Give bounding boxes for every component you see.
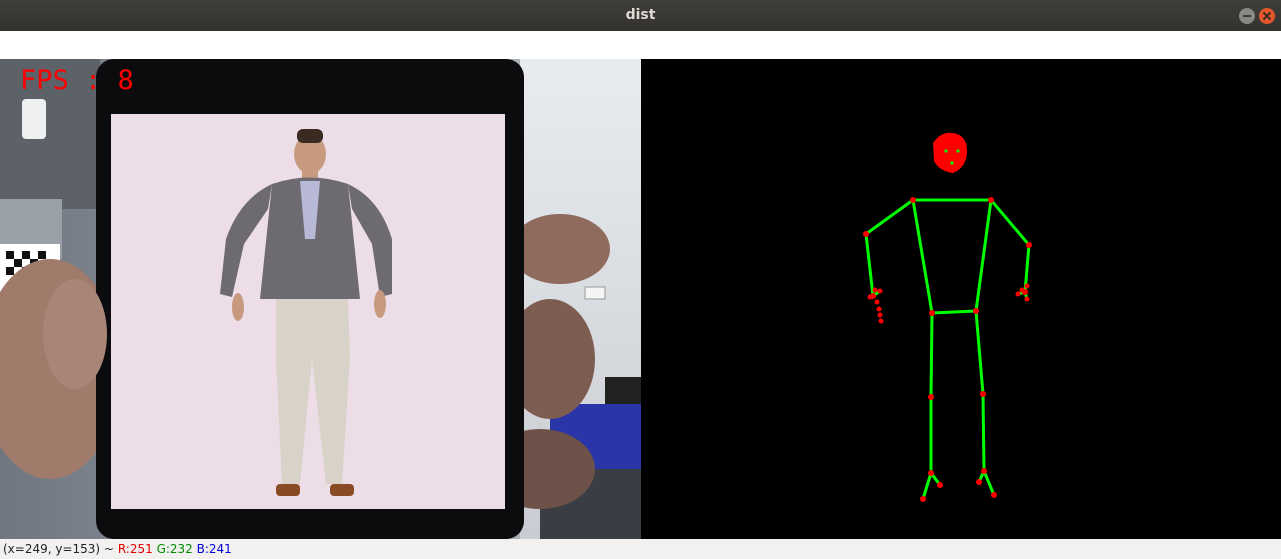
image-view[interactable]: FPS : 8 [0,59,1281,539]
pixel-blue-value: B:241 [196,542,232,556]
cursor-coordinates: (x=249, y=153) ~ [3,542,114,556]
hand-keypoints [867,283,1030,324]
camera-frame: FPS : 8 [0,59,641,539]
face-landmarks [933,132,967,173]
close-button[interactable] [1259,8,1275,24]
pixel-red-value: R:251 [117,542,153,556]
toolbar [0,31,1281,60]
status-bar: (x=249, y=153) ~ R:251 G:232 B:241 [0,539,1281,559]
window-title: dist [625,7,656,23]
camera-image [0,59,641,539]
minimize-button[interactable] [1239,8,1255,24]
skeleton-bones [864,198,1031,501]
skeleton-drawing [863,132,1032,502]
pixel-green-value: G:232 [156,542,193,556]
title-bar: dist [0,0,1281,31]
fps-counter: FPS : 8 [20,65,134,96]
pose-skeleton-view [641,59,1281,539]
skeleton-joints [863,197,1032,502]
